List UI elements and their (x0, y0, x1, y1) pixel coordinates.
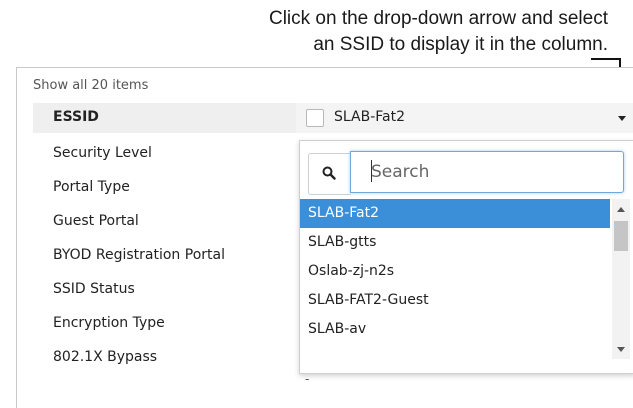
callout-text: Click on the drop-down arrow and select … (168, 6, 608, 58)
chevron-down-icon[interactable] (618, 116, 626, 121)
callout-line-1: Click on the drop-down arrow and select (268, 8, 608, 29)
text-cursor (371, 160, 372, 182)
scrollbar-thumb[interactable] (614, 221, 628, 251)
ssid-option-slab-fat2[interactable]: SLAB-Fat2 (300, 199, 610, 228)
ssid-selected-value: SLAB-Fat2 (334, 109, 405, 125)
essid-row: ESSID SLAB-Fat2 (33, 103, 633, 133)
ssid-option-oslab-zj-n2s[interactable]: Oslab-zj-n2s (300, 257, 610, 286)
essid-label: ESSID (53, 109, 99, 125)
show-all-link[interactable]: Show all 20 items (33, 78, 148, 93)
search-icon (322, 166, 336, 180)
ssid-dropdown-menu: SLAB-Fat2 SLAB-gtts Oslab-zj-n2s SLAB-FA… (299, 140, 633, 374)
row-label-encryption-type: Encryption Type (53, 315, 165, 331)
row-label-security-level: Security Level (53, 145, 152, 161)
scroll-down-icon[interactable] (617, 347, 625, 352)
row-label-ssid-status: SSID Status (53, 281, 135, 297)
callout-line-2: an SSID to display it in the column. (313, 34, 608, 55)
row-label-guest-portal: Guest Portal (53, 213, 139, 229)
ssid-option-slab-av[interactable]: SLAB-av (300, 315, 610, 344)
ssid-checkbox[interactable] (306, 109, 324, 127)
callout-connector-horizontal (591, 58, 621, 60)
dropdown-scrollbar[interactable] (612, 199, 630, 359)
search-button[interactable] (308, 153, 351, 195)
bypass-value: - (305, 372, 310, 386)
row-label-byod-registration-portal: BYOD Registration Portal (53, 247, 225, 263)
ssid-dropdown[interactable]: SLAB-Fat2 (296, 103, 633, 133)
search-input[interactable] (350, 151, 624, 193)
row-label-8021x-bypass: 802.1X Bypass (53, 349, 158, 365)
scroll-up-icon[interactable] (617, 207, 625, 212)
ssid-option-slab-gtts[interactable]: SLAB-gtts (300, 228, 610, 257)
ssid-option-slab-fat2-guest[interactable]: SLAB-FAT2-Guest (300, 286, 610, 315)
ssid-options-list: SLAB-Fat2 SLAB-gtts Oslab-zj-n2s SLAB-FA… (300, 199, 610, 344)
row-label-portal-type: Portal Type (53, 179, 130, 195)
